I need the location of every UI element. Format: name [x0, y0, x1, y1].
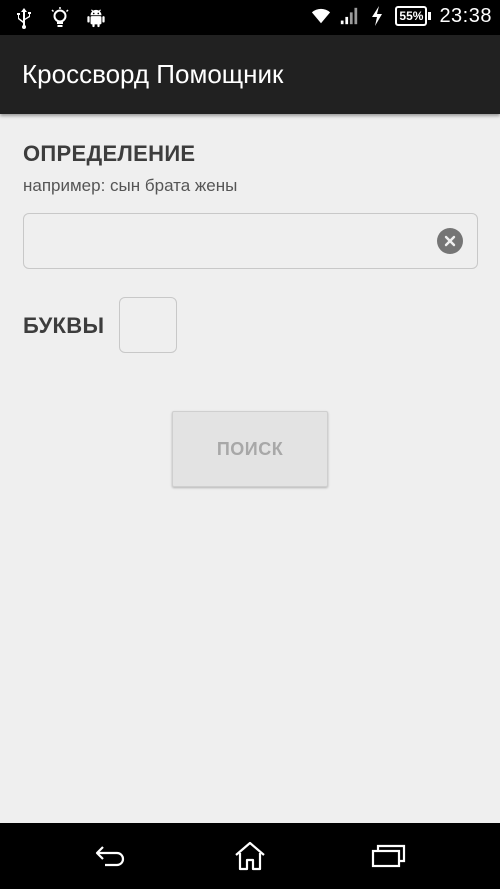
definition-field[interactable]	[23, 213, 478, 269]
letters-input[interactable]	[120, 298, 176, 352]
status-clock: 23:38	[439, 4, 492, 27]
action-bar: Кроссворд Помощник	[0, 35, 500, 114]
status-bar: 55% 23:38	[0, 0, 500, 35]
navigation-bar	[0, 823, 500, 889]
battery-percent: 55%	[395, 6, 428, 26]
search-button[interactable]: ПОИСК	[172, 411, 328, 487]
definition-hint: например: сын брата жены	[23, 176, 238, 195]
lightbulb-icon	[50, 6, 70, 30]
definition-heading: ОПРЕДЕЛЕНИЕ	[23, 141, 196, 166]
signal-icon	[339, 4, 359, 28]
recent-apps-icon[interactable]	[368, 839, 408, 873]
usb-icon	[14, 6, 34, 30]
back-icon[interactable]	[90, 839, 130, 873]
battery-tip	[428, 12, 432, 20]
battery-indicator: 55%	[395, 6, 432, 26]
app-title: Кроссворд Помощник	[22, 59, 284, 89]
definition-input[interactable]	[34, 222, 434, 260]
letters-field[interactable]	[119, 297, 177, 353]
android-icon	[86, 6, 106, 30]
home-icon[interactable]	[230, 839, 270, 873]
wifi-icon	[311, 4, 331, 28]
charging-icon	[367, 4, 387, 28]
clear-icon[interactable]	[437, 228, 463, 254]
letters-label: БУКВЫ	[23, 313, 105, 338]
